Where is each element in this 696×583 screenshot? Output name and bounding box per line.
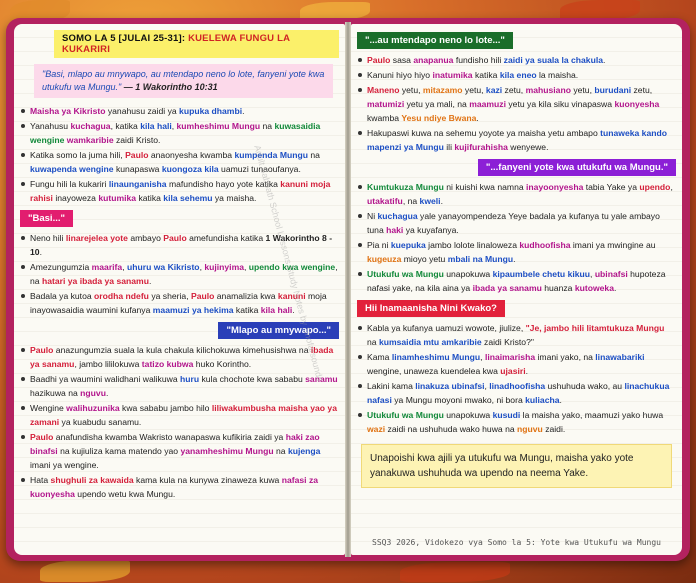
- lesson-title: SOMO LA 5 [JULAI 25-31]: KUELEWA FUNGU L…: [54, 30, 339, 58]
- list-item: Kabla ya kufanya uamuzi wowote, jiulize,…: [357, 321, 676, 349]
- list-item: Maisha ya Kikristo yanahusu zaidi ya kup…: [20, 104, 339, 118]
- section-heading-mlapo: "Mlapo au mnywapo...": [218, 322, 339, 339]
- list-item: Hata shughuli za kawaida kama kula na ku…: [20, 473, 339, 501]
- list-item: Fungu hili la kukariri linaunganisha maf…: [20, 177, 339, 205]
- section-heading-fanyeni: "...fanyeni yote kwa utukufu wa Mungu.": [477, 159, 676, 176]
- intro-list: Maisha ya Kikristo yanahusu zaidi ya kup…: [20, 104, 339, 205]
- list-item: Hakupaswi kuwa na sehemu yoyote ya maish…: [357, 126, 676, 154]
- section-heading-application: Hii Inamaanisha Nini Kwako?: [357, 300, 505, 317]
- list-item: Kama linamheshimu Mungu, linaimarisha im…: [357, 350, 676, 378]
- summary-box: Unapoishi kwa ajili ya utukufu wa Mungu,…: [361, 444, 672, 488]
- list-item: Utukufu wa Mungu unapokuwa kipaumbele ch…: [357, 267, 676, 295]
- list-item: Ni kuchagua yale yanayompendeza Yeye bad…: [357, 209, 676, 237]
- fanyeni-list: Kumtukuza Mungu ni kuishi kwa namna inay…: [357, 180, 676, 295]
- page-footer: SSQ3 2026, Vidokezo vya Somo la 5: Yote …: [372, 538, 661, 547]
- mlapo-list: Paulo anazungumzia suala la kula chakula…: [20, 343, 339, 501]
- list-item: Yanahusu kuchagua, katika kila hali, kum…: [20, 119, 339, 147]
- right-page: "...au mtendapo neno lo lote..." Paulo s…: [351, 24, 682, 555]
- application-list: Kabla ya kufanya uamuzi wowote, jiulize,…: [357, 321, 676, 436]
- list-item: Utukufu wa Mungu unapokuwa kusudi la mai…: [357, 408, 676, 436]
- list-item: Katika somo la juma hili, Paulo anaonyes…: [20, 148, 339, 176]
- notebook: SOMO LA 5 [JULAI 25-31]: KUELEWA FUNGU L…: [6, 18, 690, 561]
- section-heading-mtendapo: "...au mtendapo neno lo lote...": [357, 32, 513, 49]
- list-item: Maneno yetu, mitazamo yetu, kazi zetu, m…: [357, 83, 676, 125]
- list-item: Pia ni kuepuka jambo lolote linaloweza k…: [357, 238, 676, 266]
- left-page: SOMO LA 5 [JULAI 25-31]: KUELEWA FUNGU L…: [14, 24, 345, 555]
- lesson-title-main: SOMO LA 5 [JULAI 25-31]:: [62, 33, 189, 44]
- list-item: Wengine walihuzunika kwa sababu jambo hi…: [20, 401, 339, 429]
- memory-verse-ref: — 1 Wakorintho 10:31: [123, 82, 218, 92]
- list-item: Lakini kama linakuza ubinafsi, linadhoof…: [357, 379, 676, 407]
- leaf-decoration: [560, 0, 640, 20]
- list-item: Paulo anafundisha kwamba Wakristo wanapa…: [20, 430, 339, 472]
- list-item: Kumtukuza Mungu ni kuishi kwa namna inay…: [357, 180, 676, 208]
- summary-text: Unapoishi kwa ajili ya utukufu wa Mungu,…: [370, 453, 634, 479]
- mtendapo-list: Paulo sasa anapanua fundisho hili zaidi …: [357, 53, 676, 154]
- list-item: Baadhi ya waumini walidhani walikuwa hur…: [20, 372, 339, 400]
- memory-verse: "Basi, mlapo au mnywapo, au mtendapo nen…: [34, 64, 333, 98]
- list-item: Kanuni hiyo hiyo inatumika katika kila e…: [357, 68, 676, 82]
- list-item: Paulo sasa anapanua fundisho hili zaidi …: [357, 53, 676, 67]
- leaf-decoration: [400, 562, 510, 582]
- section-heading-basi: "Basi...": [20, 210, 73, 227]
- list-item: Paulo anazungumzia suala la kula chakula…: [20, 343, 339, 371]
- leaf-decoration: [40, 560, 130, 582]
